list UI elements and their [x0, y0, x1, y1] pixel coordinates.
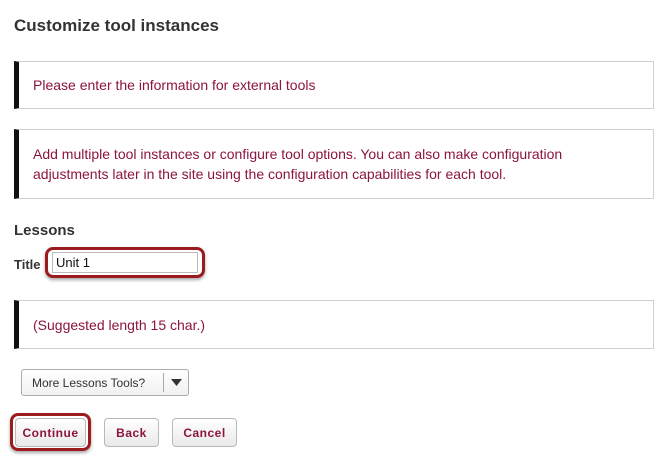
dropdown-label: More Lessons Tools? [32, 375, 146, 390]
cancel-button[interactable]: Cancel [172, 418, 237, 447]
back-button[interactable]: Back [104, 418, 159, 447]
instructions-notice: Add multiple tool instances or configure… [14, 129, 654, 199]
external-tools-notice-text: Please enter the information for externa… [33, 77, 316, 93]
more-lessons-tools-dropdown[interactable]: More Lessons Tools? [21, 369, 189, 396]
title-input-highlight [45, 247, 205, 278]
lessons-heading: Lessons [14, 222, 75, 239]
suggested-length-text: (Suggested length 15 char.) [33, 316, 206, 333]
continue-button[interactable]: Continue [15, 418, 86, 447]
title-input[interactable] [52, 252, 198, 273]
external-tools-notice: Please enter the information for externa… [14, 61, 654, 109]
title-label: Title [14, 257, 41, 272]
page-title: Customize tool instances [14, 16, 219, 35]
instructions-notice-text: Add multiple tool instances or configure… [33, 146, 563, 182]
suggested-length-notice: (Suggested length 15 char.) [14, 300, 654, 349]
caret-down-icon[interactable] [164, 370, 188, 395]
